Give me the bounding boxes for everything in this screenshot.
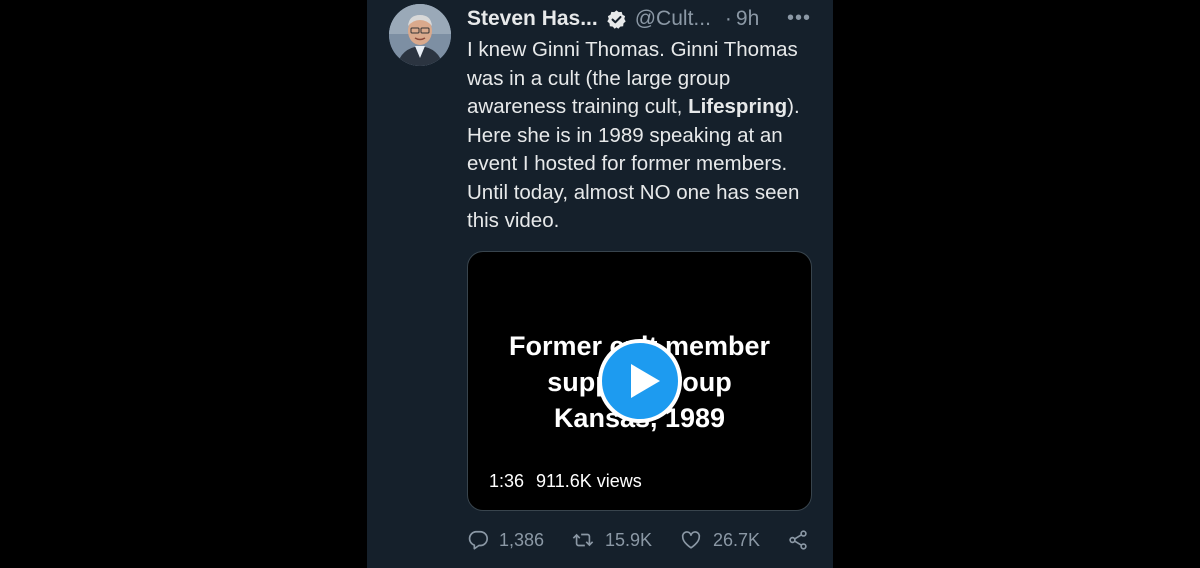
reply-count: 1,386: [499, 529, 545, 550]
video-duration: 1:36: [489, 471, 525, 491]
play-icon: [631, 364, 660, 398]
play-button[interactable]: [598, 339, 682, 423]
tweet-header: Steven Has... @Cult... · 9h •••: [467, 5, 815, 33]
tweet-timestamp[interactable]: 9h: [736, 7, 759, 31]
share-icon: [789, 530, 807, 550]
author-name[interactable]: Steven Has...: [467, 7, 598, 31]
like-count: 26.7K: [713, 529, 761, 550]
verified-badge-icon: [606, 9, 627, 30]
like-button[interactable]: 26.7K: [679, 529, 760, 551]
tweet-text-bold: Lifespring: [688, 95, 788, 118]
tweet-card: Steven Has... @Cult... · 9h ••• I knew G…: [367, 0, 833, 568]
tweet-text: I knew Ginni Thomas. Ginni Thomas was in…: [467, 36, 817, 236]
retweet-icon: [572, 533, 594, 547]
video-player[interactable]: Former cult member support group Kansas,…: [467, 251, 812, 511]
avatar[interactable]: [389, 4, 451, 66]
tweet-actions: 1,386 15.9K 26.7K: [467, 526, 812, 554]
reply-button[interactable]: 1,386: [467, 529, 544, 551]
author-handle[interactable]: @Cult...: [635, 7, 711, 31]
video-meta: 1:36 911.6K views: [489, 471, 642, 492]
video-views: 911.6K views: [536, 471, 642, 491]
time-separator: ·: [724, 7, 732, 30]
share-button[interactable]: [787, 529, 819, 551]
heart-icon: [681, 531, 701, 549]
retweet-count: 15.9K: [605, 529, 653, 550]
more-options-icon[interactable]: •••: [787, 7, 811, 30]
retweet-button[interactable]: 15.9K: [571, 529, 652, 551]
reply-icon: [468, 530, 488, 550]
